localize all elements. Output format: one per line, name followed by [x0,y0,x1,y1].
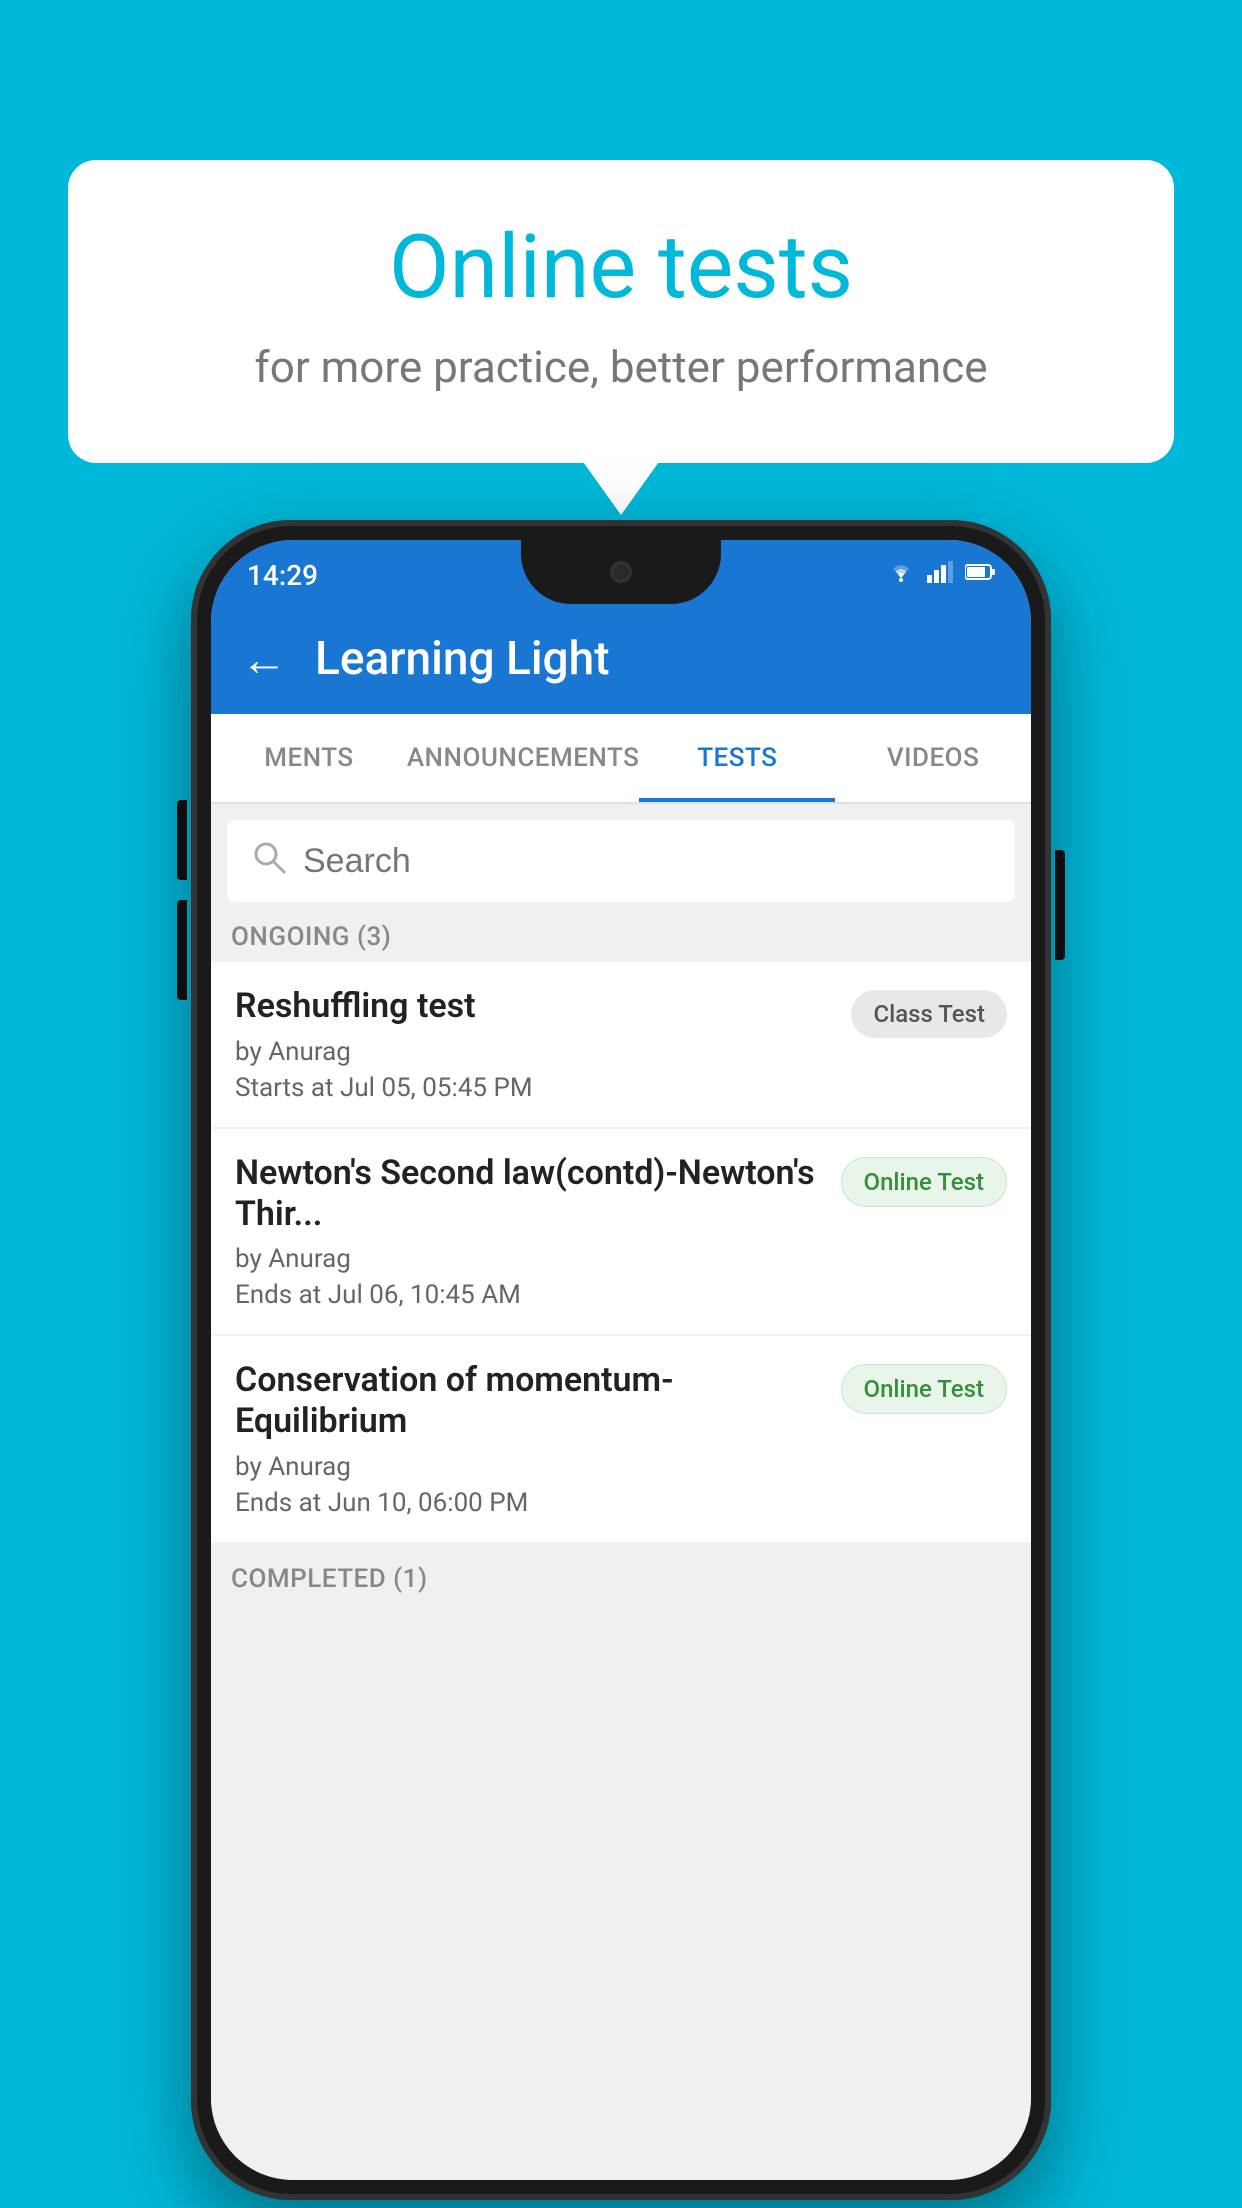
test-item[interactable]: Conservation of momentum-Equilibrium by … [211,1336,1031,1542]
test-date: Starts at Jul 05, 05:45 PM [235,1073,831,1103]
speech-bubble-title: Online tests [148,220,1094,317]
app-bar: ← Learning Light [211,604,1031,714]
test-info: Newton's Second law(contd)-Newton's Thir… [235,1153,841,1311]
tabs-bar: MENTS ANNOUNCEMENTS TESTS VIDEOS [211,714,1031,804]
ongoing-section-label: ONGOING (3) [211,902,1031,962]
phone-notch [521,540,721,604]
speech-bubble-subtitle: for more practice, better performance [148,341,1094,393]
tab-ments[interactable]: MENTS [211,714,407,802]
speech-bubble: Online tests for more practice, better p… [68,160,1174,463]
vol-down-button [177,900,187,1000]
test-info: Reshuffling test by Anurag Starts at Jul… [235,986,851,1103]
camera-icon [610,561,632,583]
test-badge-class: Class Test [851,990,1007,1038]
app-bar-title: Learning Light [315,632,610,686]
test-date: Ends at Jun 10, 06:00 PM [235,1488,821,1518]
test-name: Reshuffling test [235,986,831,1027]
search-input[interactable] [303,842,991,881]
test-date: Ends at Jul 06, 10:45 AM [235,1280,821,1310]
wifi-icon [887,560,915,590]
content-area: ONGOING (3) Reshuffling test by Anurag S… [211,804,1031,2180]
test-by: by Anurag [235,1244,821,1274]
completed-section-label: COMPLETED (1) [211,1544,1031,1604]
test-name: Conservation of momentum-Equilibrium [235,1360,821,1442]
test-info: Conservation of momentum-Equilibrium by … [235,1360,841,1518]
battery-icon [965,562,995,588]
search-icon [251,839,287,884]
vol-up-button [177,800,187,880]
phone-screen: 14:29 [211,540,1031,2180]
test-name: Newton's Second law(contd)-Newton's Thir… [235,1153,821,1235]
tab-videos[interactable]: VIDEOS [835,714,1031,802]
phone-mockup: 14:29 [191,520,1051,2200]
tab-announcements[interactable]: ANNOUNCEMENTS [407,714,640,802]
phone-outer: 14:29 [191,520,1051,2200]
test-item[interactable]: Newton's Second law(contd)-Newton's Thir… [211,1129,1031,1335]
test-by: by Anurag [235,1037,831,1067]
signal-icon [927,561,953,589]
power-button [1055,850,1065,960]
test-item[interactable]: Reshuffling test by Anurag Starts at Jul… [211,962,1031,1127]
status-icons [887,554,995,590]
search-bar[interactable] [227,820,1015,902]
test-badge-online: Online Test [841,1364,1007,1414]
back-button[interactable]: ← [241,632,287,687]
test-badge-online: Online Test [841,1157,1007,1207]
test-by: by Anurag [235,1452,821,1482]
tab-tests[interactable]: TESTS [639,714,835,802]
